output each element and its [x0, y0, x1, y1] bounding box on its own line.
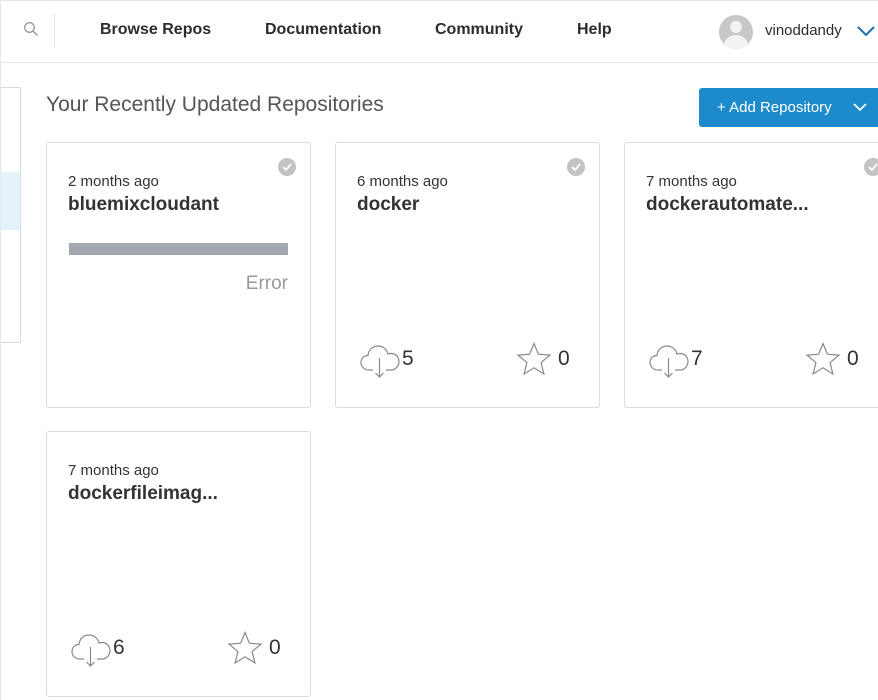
pull-count-value: 7	[691, 347, 703, 370]
avatar	[719, 15, 753, 49]
repo-name[interactable]: docker	[357, 194, 419, 216]
section-title: Your Recently Updated Repositories	[46, 93, 384, 116]
app-frame: Browse Repos Documentation Community Hel…	[0, 0, 878, 700]
sidebar-panel	[1, 87, 21, 343]
error-bar	[69, 243, 288, 255]
check-icon	[567, 158, 585, 176]
check-icon	[864, 158, 878, 176]
top-navigation: Browse Repos Documentation Community Hel…	[1, 1, 878, 63]
chevron-down-icon	[857, 26, 875, 37]
repo-updated-time: 6 months ago	[357, 173, 448, 190]
repo-updated-time: 7 months ago	[646, 173, 737, 190]
cloud-download-icon	[649, 345, 689, 378]
pull-count-value: 6	[113, 636, 125, 659]
cloud-download-icon	[360, 345, 400, 378]
repo-status-error: Error	[245, 273, 288, 294]
star-count-value: 0	[558, 347, 570, 370]
star-icon[interactable]	[516, 342, 552, 376]
repo-name[interactable]: bluemixcloudant	[68, 194, 219, 216]
search-icon	[24, 22, 39, 37]
star-icon[interactable]	[805, 342, 841, 376]
star-count-value: 0	[269, 636, 281, 659]
sidebar-active-item[interactable]	[1, 172, 20, 230]
repo-name[interactable]: dockerfileimag...	[68, 483, 218, 505]
username: vinoddandy	[765, 22, 842, 39]
search-button[interactable]	[11, 13, 55, 47]
repo-card-dockerfileimag[interactable]: 7 months ago dockerfileimag... 6 0	[46, 431, 311, 697]
add-repository-button[interactable]: + Add Repository	[699, 88, 878, 127]
nav-documentation[interactable]: Documentation	[265, 21, 381, 39]
repo-card-bluemixcloudant[interactable]: 2 months ago bluemixcloudant Error	[46, 142, 311, 408]
add-repository-label: + Add Repository	[717, 99, 832, 116]
repo-name[interactable]: dockerautomate...	[646, 194, 809, 216]
repo-updated-time: 7 months ago	[68, 462, 159, 479]
repo-card-dockerautomate[interactable]: 7 months ago dockerautomate... 7 0	[624, 142, 878, 408]
pull-count-value: 5	[402, 347, 414, 370]
star-count-value: 0	[847, 347, 859, 370]
repo-card-docker[interactable]: 6 months ago docker 5 0	[335, 142, 600, 408]
star-icon[interactable]	[227, 631, 263, 665]
nav-community[interactable]: Community	[435, 21, 523, 39]
repo-updated-time: 2 months ago	[68, 173, 159, 190]
cloud-download-icon	[71, 634, 111, 667]
nav-help[interactable]: Help	[577, 21, 612, 39]
chevron-down-icon	[853, 103, 867, 112]
nav-browse-repos[interactable]: Browse Repos	[100, 21, 211, 39]
check-icon	[278, 158, 296, 176]
